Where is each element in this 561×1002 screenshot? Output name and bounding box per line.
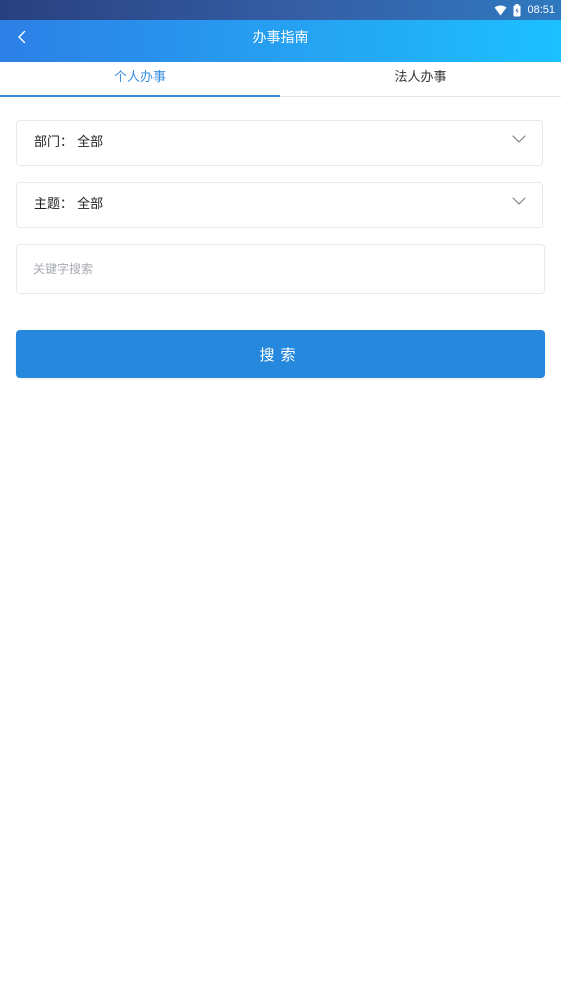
status-time: 08:51 — [527, 4, 555, 16]
status-bar: 08:51 — [0, 0, 561, 20]
chevron-down-icon — [512, 134, 526, 144]
chevron-down-icon — [512, 196, 526, 206]
page-title: 办事指南 — [252, 30, 309, 46]
tab-bar: 个人办事 法人办事 — [0, 62, 561, 97]
battery-icon — [513, 3, 521, 17]
keyword-search-input[interactable] — [16, 244, 545, 294]
wifi-icon — [494, 5, 507, 16]
department-select[interactable]: 部门： 全部 — [16, 120, 543, 166]
status-icons: 08:51 — [494, 2, 555, 18]
tab-legal-entity[interactable]: 法人办事 — [280, 62, 561, 96]
department-select-label: 部门： 全部 — [34, 135, 104, 150]
search-button[interactable]: 搜索 — [16, 330, 545, 378]
topic-select-label: 主题： 全部 — [34, 197, 104, 212]
topic-select[interactable]: 主题： 全部 — [16, 182, 543, 228]
tab-personal[interactable]: 个人办事 — [0, 62, 280, 97]
app-header: 办事指南 — [0, 20, 561, 62]
